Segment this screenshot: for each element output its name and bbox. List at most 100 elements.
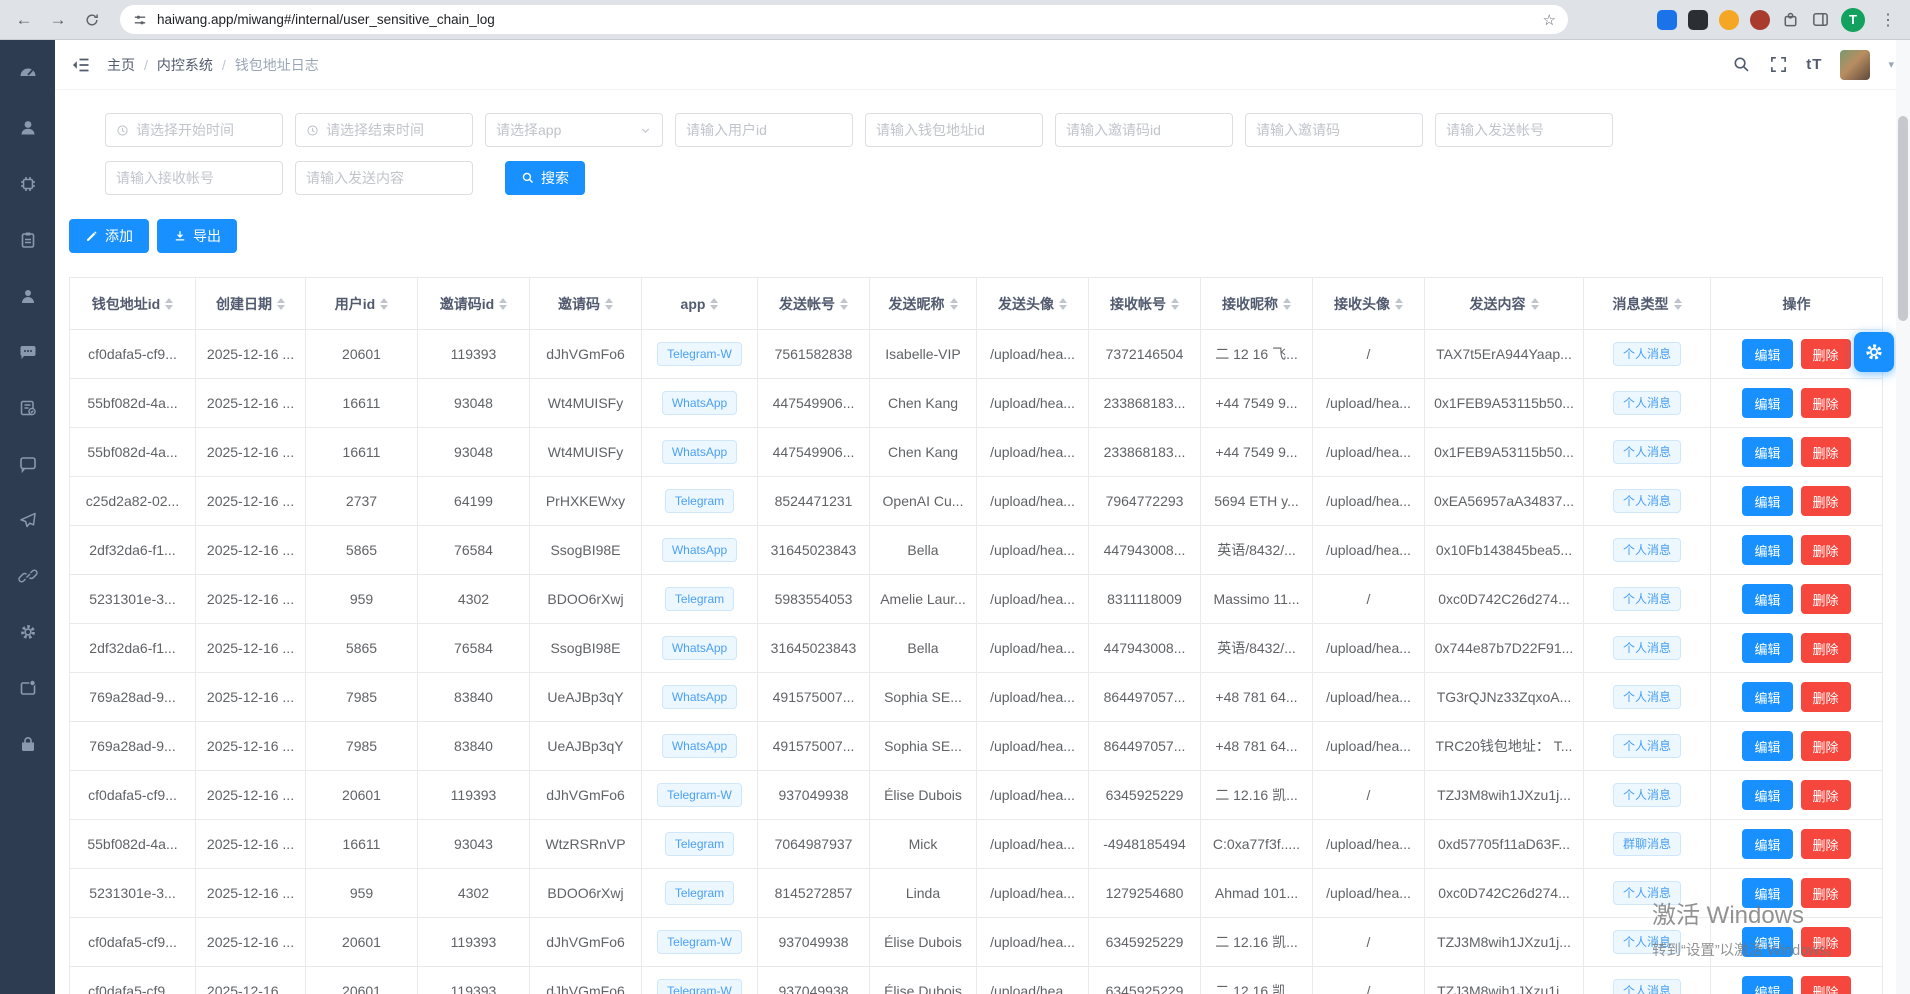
edit-button[interactable]: 编辑 xyxy=(1742,437,1792,467)
end-time-picker[interactable] xyxy=(295,113,473,147)
sort-carets-icon[interactable] xyxy=(710,298,718,310)
invite-code-input[interactable] xyxy=(1256,122,1412,138)
wallet-id-input[interactable] xyxy=(876,122,1032,138)
tune-icon[interactable] xyxy=(132,12,148,28)
sort-carets-icon[interactable] xyxy=(380,298,388,310)
edit-button[interactable]: 编辑 xyxy=(1742,682,1792,712)
send-account-input[interactable] xyxy=(1446,122,1602,138)
wallet-id-field[interactable] xyxy=(865,113,1043,147)
edit-button[interactable]: 编辑 xyxy=(1742,780,1792,810)
caret-down-icon[interactable]: ▾ xyxy=(1888,58,1894,71)
delete-button[interactable]: 删除 xyxy=(1801,437,1851,467)
forward-icon[interactable]: → xyxy=(44,6,72,34)
column-header-send_nick[interactable]: 发送昵称 xyxy=(870,278,977,330)
sort-carets-icon[interactable] xyxy=(277,298,285,310)
breadcrumb-module[interactable]: 内控系统 xyxy=(157,55,213,75)
start-time-input[interactable] xyxy=(136,122,272,138)
delete-button[interactable]: 删除 xyxy=(1801,633,1851,663)
edit-button[interactable]: 编辑 xyxy=(1742,731,1792,761)
edit-button[interactable]: 编辑 xyxy=(1742,486,1792,516)
sidebar-item-system[interactable] xyxy=(18,174,38,194)
sidebar-item-audit[interactable] xyxy=(18,398,38,418)
end-time-input[interactable] xyxy=(326,122,462,138)
delete-button[interactable]: 删除 xyxy=(1801,339,1851,369)
extension-dark[interactable] xyxy=(1688,10,1708,30)
sort-carets-icon[interactable] xyxy=(950,298,958,310)
sidebar-item-links[interactable] xyxy=(18,566,38,586)
breadcrumb-home[interactable]: 主页 xyxy=(107,55,135,75)
side-panel-icon[interactable] xyxy=(1811,10,1830,29)
app-select[interactable]: 请选择app xyxy=(485,113,663,147)
user-id-field[interactable] xyxy=(675,113,853,147)
invite-id-input[interactable] xyxy=(1066,122,1222,138)
column-header-wallet_id[interactable]: 钱包地址id xyxy=(70,278,196,330)
sidebar-item-push[interactable] xyxy=(18,510,38,530)
delete-button[interactable]: 删除 xyxy=(1801,780,1851,810)
delete-button[interactable]: 删除 xyxy=(1801,976,1851,994)
invite-code-field[interactable] xyxy=(1245,113,1423,147)
column-header-created[interactable]: 创建日期 xyxy=(196,278,306,330)
edit-button[interactable]: 编辑 xyxy=(1742,976,1792,994)
sort-carets-icon[interactable] xyxy=(1059,298,1067,310)
edit-button[interactable]: 编辑 xyxy=(1742,339,1792,369)
column-header-recv_nick[interactable]: 接收昵称 xyxy=(1201,278,1313,330)
sort-carets-icon[interactable] xyxy=(165,298,173,310)
kebab-menu-icon[interactable]: ⋮ xyxy=(1876,10,1900,30)
column-header-send_account[interactable]: 发送帐号 xyxy=(758,278,870,330)
edit-button[interactable]: 编辑 xyxy=(1742,535,1792,565)
sort-carets-icon[interactable] xyxy=(1674,298,1682,310)
edit-button[interactable]: 编辑 xyxy=(1742,584,1792,614)
reload-icon[interactable] xyxy=(78,6,106,34)
column-header-msg_type[interactable]: 消息类型 xyxy=(1584,278,1711,330)
sort-carets-icon[interactable] xyxy=(1283,298,1291,310)
edit-button[interactable]: 编辑 xyxy=(1742,829,1792,859)
add-button[interactable]: 添加 xyxy=(69,219,149,253)
delete-button[interactable]: 删除 xyxy=(1801,535,1851,565)
send-content-input[interactable] xyxy=(306,170,462,186)
browser-profile-avatar[interactable]: T xyxy=(1841,8,1865,32)
puzzle-icon[interactable] xyxy=(1781,10,1800,29)
delete-button[interactable]: 删除 xyxy=(1801,682,1851,712)
sidebar-item-members[interactable] xyxy=(18,286,38,306)
send-account-field[interactable] xyxy=(1435,113,1613,147)
delete-button[interactable]: 删除 xyxy=(1801,584,1851,614)
sidebar-item-dashboard[interactable] xyxy=(18,62,38,82)
sort-carets-icon[interactable] xyxy=(1531,298,1539,310)
column-header-recv_account[interactable]: 接收帐号 xyxy=(1089,278,1201,330)
search-button[interactable]: 搜索 xyxy=(505,161,585,195)
user-id-input[interactable] xyxy=(686,122,842,138)
sidebar-item-users[interactable] xyxy=(18,118,38,138)
extension-blue[interactable] xyxy=(1657,10,1677,30)
extension-orange[interactable] xyxy=(1719,10,1739,30)
column-header-recv_avatar[interactable]: 接收头像 xyxy=(1313,278,1425,330)
column-header-invite_id[interactable]: 邀请码id xyxy=(418,278,530,330)
delete-button[interactable]: 删除 xyxy=(1801,829,1851,859)
recv-account-input[interactable] xyxy=(116,170,272,186)
column-header-content[interactable]: 发送内容 xyxy=(1425,278,1584,330)
column-header-invite_code[interactable]: 邀请码 xyxy=(530,278,642,330)
avatar[interactable] xyxy=(1840,50,1870,80)
edit-button[interactable]: 编辑 xyxy=(1742,633,1792,663)
delete-button[interactable]: 删除 xyxy=(1801,927,1851,957)
column-header-user_id[interactable]: 用户id xyxy=(306,278,418,330)
extension-red[interactable] xyxy=(1750,10,1770,30)
edit-button[interactable]: 编辑 xyxy=(1742,388,1792,418)
column-header-app[interactable]: app xyxy=(642,278,758,330)
column-settings-button[interactable] xyxy=(1854,332,1894,372)
column-header-send_avatar[interactable]: 发送头像 xyxy=(977,278,1089,330)
sort-carets-icon[interactable] xyxy=(840,298,848,310)
sidebar-collapse-icon[interactable] xyxy=(71,55,91,75)
sidebar-item-orders[interactable] xyxy=(18,230,38,250)
sort-carets-icon[interactable] xyxy=(499,298,507,310)
delete-button[interactable]: 删除 xyxy=(1801,486,1851,516)
sort-carets-icon[interactable] xyxy=(1395,298,1403,310)
sidebar-item-messages[interactable] xyxy=(18,342,38,362)
address-bar[interactable]: haiwang.app/miwang#/internal/user_sensit… xyxy=(120,5,1568,34)
delete-button[interactable]: 删除 xyxy=(1801,388,1851,418)
sidebar-item-security[interactable] xyxy=(18,734,38,754)
scrollbar[interactable] xyxy=(1896,40,1910,994)
fullscreen-icon[interactable] xyxy=(1769,55,1788,74)
bookmark-star-icon[interactable]: ☆ xyxy=(1543,11,1556,29)
font-size-icon[interactable]: tT xyxy=(1806,56,1822,73)
search-icon[interactable] xyxy=(1732,55,1751,74)
